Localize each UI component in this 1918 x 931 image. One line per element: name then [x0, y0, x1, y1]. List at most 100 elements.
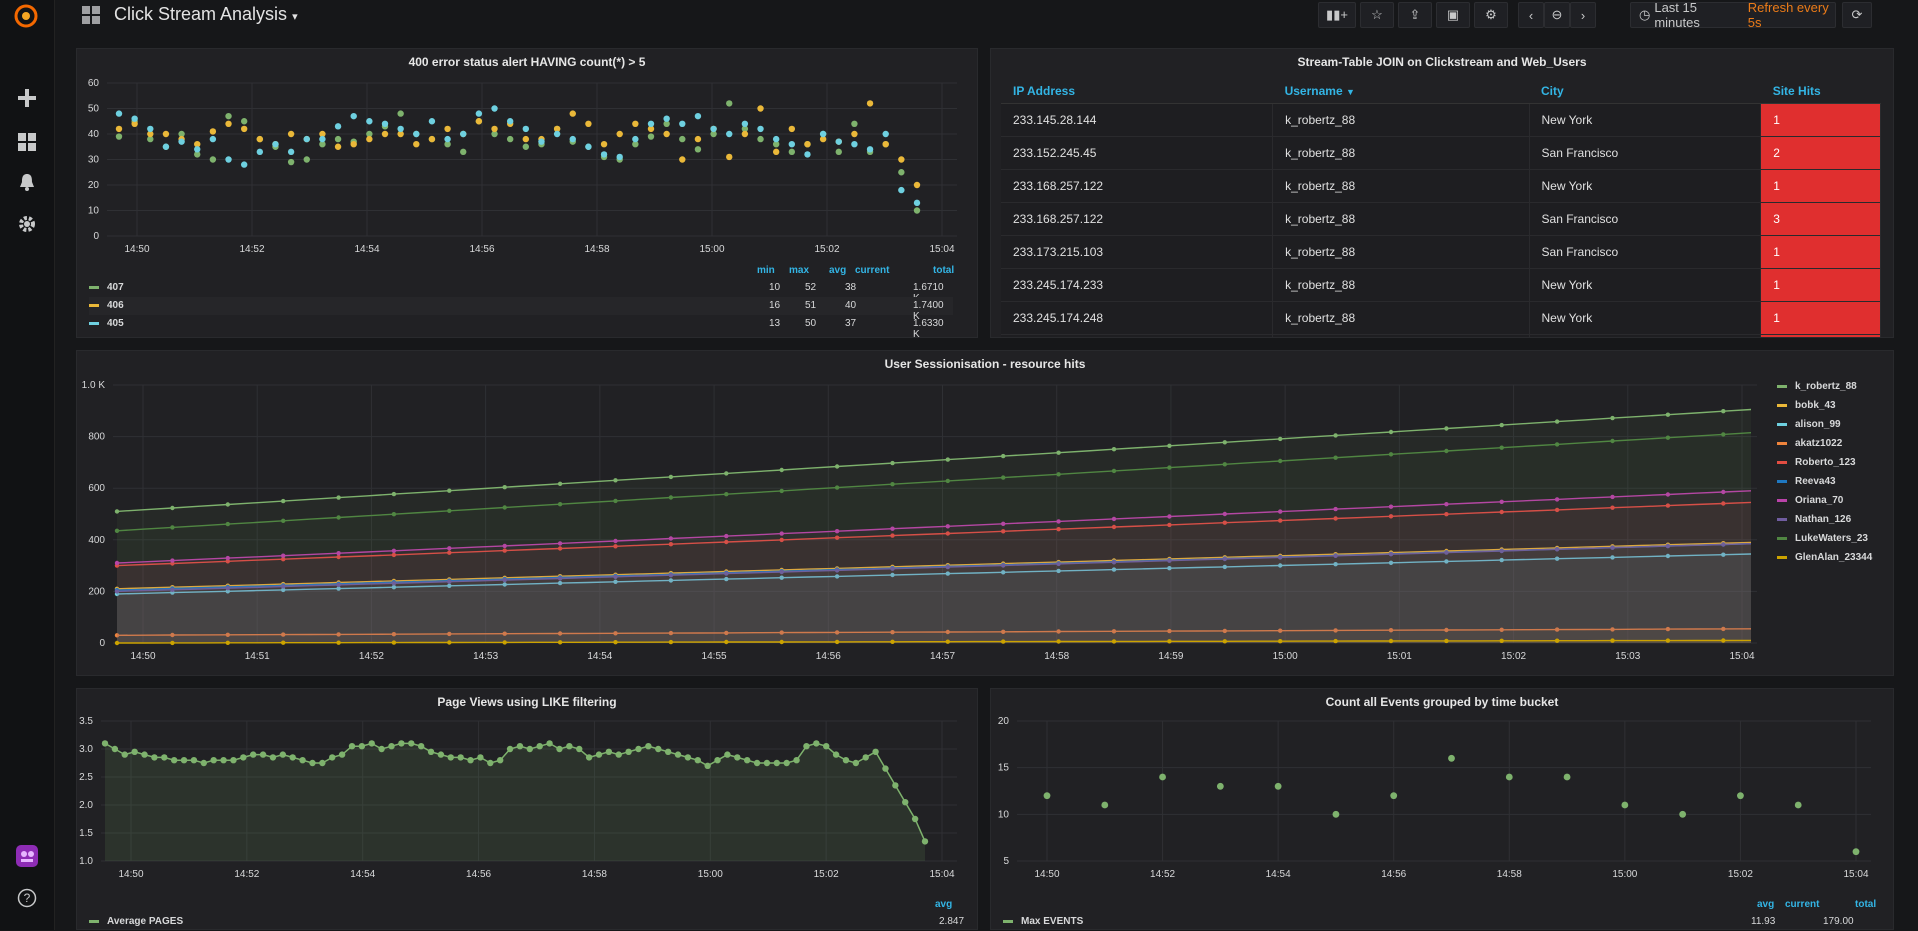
data-point — [632, 135, 639, 143]
data-point — [477, 754, 484, 761]
panel-title[interactable]: Stream-Table JOIN on Clickstream and Web… — [991, 55, 1893, 69]
table-row[interactable]: 233.173.215.103 k_robertz_88 San Francisco… — [1001, 235, 1881, 269]
grafana-logo-icon[interactable] — [12, 2, 40, 30]
zoom-out-button[interactable]: ⊖ — [1544, 2, 1570, 28]
add-panel-button[interactable]: ▮▮+ — [1318, 2, 1356, 28]
data-table: IP Address Username ▼ City Site Hits 233… — [1001, 79, 1881, 337]
panel-title[interactable]: Count all Events grouped by time bucket — [991, 695, 1893, 709]
share-button[interactable]: ⇪ — [1398, 2, 1432, 28]
dashboard-grid-icon[interactable] — [13, 128, 41, 156]
x-tick-label: 15:04 — [1843, 869, 1868, 880]
column-header-city[interactable]: City — [1529, 79, 1761, 104]
legend-header-total[interactable]: total — [1855, 899, 1876, 910]
legend-row[interactable]: 406 16 51 40 1.7400 K — [89, 297, 953, 322]
table-row[interactable]: 233.152.245.45bobk_43New York1 — [1001, 334, 1881, 337]
help-icon[interactable]: ? — [13, 884, 41, 912]
legend-header-total[interactable]: total — [933, 265, 954, 276]
legend-item[interactable]: Nathan_126 — [1777, 514, 1887, 533]
y-tick-label: 15 — [998, 763, 1010, 774]
legend-item[interactable]: akatz1022 — [1777, 438, 1887, 457]
cell-username: bobk_43 — [1272, 334, 1530, 337]
y-tick-label: 10 — [88, 206, 100, 217]
data-point — [655, 745, 662, 753]
data-point — [170, 525, 175, 530]
legend-row[interactable]: 407 10 52 38 1.6710 K — [89, 279, 953, 304]
legend-header-min[interactable]: min — [757, 265, 775, 276]
data-point — [162, 130, 170, 138]
data-point — [522, 125, 530, 133]
legend-min: 16 — [769, 300, 781, 311]
legend-series-name: Average PAGES — [107, 916, 184, 927]
data-point — [491, 125, 498, 133]
dashboard-title[interactable]: Click Stream Analysis ▾ — [114, 4, 298, 25]
column-header-username[interactable]: Username ▼ — [1272, 79, 1530, 104]
dashboard-grid-icon[interactable] — [82, 6, 100, 24]
legend-header-avg[interactable]: avg — [829, 265, 846, 276]
legend-item[interactable]: GlenAlan_23344 — [1777, 552, 1887, 571]
table-row[interactable]: 233.245.174.248 k_robertz_88 New York 1 — [1001, 301, 1881, 335]
table-row[interactable]: 233.145.28.144 k_robertz_88 New York 1 — [1001, 103, 1881, 137]
y-tick-label: 30 — [88, 155, 100, 166]
legend-header-avg[interactable]: avg — [935, 899, 952, 910]
data-point — [834, 485, 840, 490]
legend-series-name: alison_99 — [1795, 419, 1841, 430]
data-point — [890, 460, 895, 466]
plus-icon[interactable] — [13, 84, 41, 112]
legend-series-name: Roberto_123 — [1795, 457, 1856, 468]
data-point — [334, 135, 342, 143]
data-point — [447, 508, 452, 513]
star-icon: ☆ — [1371, 7, 1383, 22]
settings-button[interactable]: ⚙ — [1474, 2, 1508, 28]
legend-item[interactable]: Reeva43 — [1777, 476, 1887, 495]
bell-icon[interactable] — [13, 168, 41, 196]
legend-header-avg[interactable]: avg — [1757, 899, 1774, 910]
legend-item[interactable]: Roberto_123 — [1777, 457, 1887, 476]
legend-item[interactable]: alison_99 — [1777, 419, 1887, 438]
star-button[interactable]: ☆ — [1360, 2, 1394, 28]
legend-item[interactable]: Oriana_70 — [1777, 495, 1887, 514]
save-button[interactable]: ▣ — [1436, 2, 1470, 28]
cell-site-hits: 1 — [1760, 301, 1881, 335]
data-point — [460, 148, 467, 156]
legend-item[interactable]: LukeWaters_23 — [1777, 533, 1887, 552]
legend-row[interactable]: Average PAGES 2.847 — [89, 913, 964, 931]
table-row[interactable]: 233.168.257.122 k_robertz_88 New York 1 — [1001, 169, 1881, 203]
column-header-site-hits[interactable]: Site Hits — [1760, 79, 1881, 104]
panel-title[interactable]: User Sessionisation - resource hits — [77, 357, 1893, 371]
data-point — [516, 743, 524, 750]
legend-item[interactable]: bobk_43 — [1777, 400, 1887, 419]
refresh-button[interactable]: ⟳ — [1842, 2, 1872, 28]
cell-city: New York — [1529, 301, 1762, 335]
legend-header-current[interactable]: current — [855, 265, 889, 276]
data-point — [882, 130, 889, 138]
table-row[interactable]: 233.168.257.122 k_robertz_88 San Francisco… — [1001, 202, 1881, 236]
legend-header-max[interactable]: max — [789, 265, 809, 276]
cell-site-hits: 2 — [1760, 136, 1881, 170]
legend-item[interactable]: k_robertz_88 — [1777, 381, 1887, 400]
table-row[interactable]: 233.245.174.233 k_robertz_88 New York 1 — [1001, 268, 1881, 302]
user-avatar[interactable] — [13, 842, 41, 870]
data-point — [823, 743, 830, 750]
data-point — [427, 748, 435, 755]
time-forward-button[interactable]: › — [1570, 2, 1596, 28]
legend-swatch — [1777, 441, 1787, 445]
legend-avg: 40 — [845, 300, 857, 311]
data-point — [625, 748, 632, 755]
data-point — [911, 815, 919, 823]
data-point — [1554, 442, 1560, 447]
line-chart-sessionisation: 1.0 K 800 600 400 200 0 14:50 14:51 14:52 14:53 14… — [82, 380, 1757, 662]
legend-row[interactable]: Max EVENTS 11.93 179.00 — [1003, 913, 1869, 931]
time-picker-button[interactable]: ◷ Last 15 minutes Refresh every 5s — [1630, 0, 1836, 30]
legend-header-current[interactable]: current — [1785, 899, 1819, 910]
column-header-ip[interactable]: IP Address — [1001, 79, 1273, 104]
x-tick-label: 15:03 — [1615, 651, 1640, 662]
gear-icon[interactable] — [13, 210, 41, 238]
data-point — [319, 135, 326, 143]
y-tick-label: 0 — [99, 638, 105, 649]
time-back-button[interactable]: ‹ — [1518, 2, 1544, 28]
legend-row[interactable]: 405 13 50 37 1.6330 K — [89, 315, 953, 340]
panel-title[interactable]: 400 error status alert HAVING count(*) >… — [77, 55, 977, 69]
legend-swatch — [89, 321, 99, 325]
table-row[interactable]: 233.152.245.45 k_robertz_88 San Francisco 2 — [1001, 136, 1881, 170]
panel-title[interactable]: Page Views using LIKE filtering — [77, 695, 977, 709]
